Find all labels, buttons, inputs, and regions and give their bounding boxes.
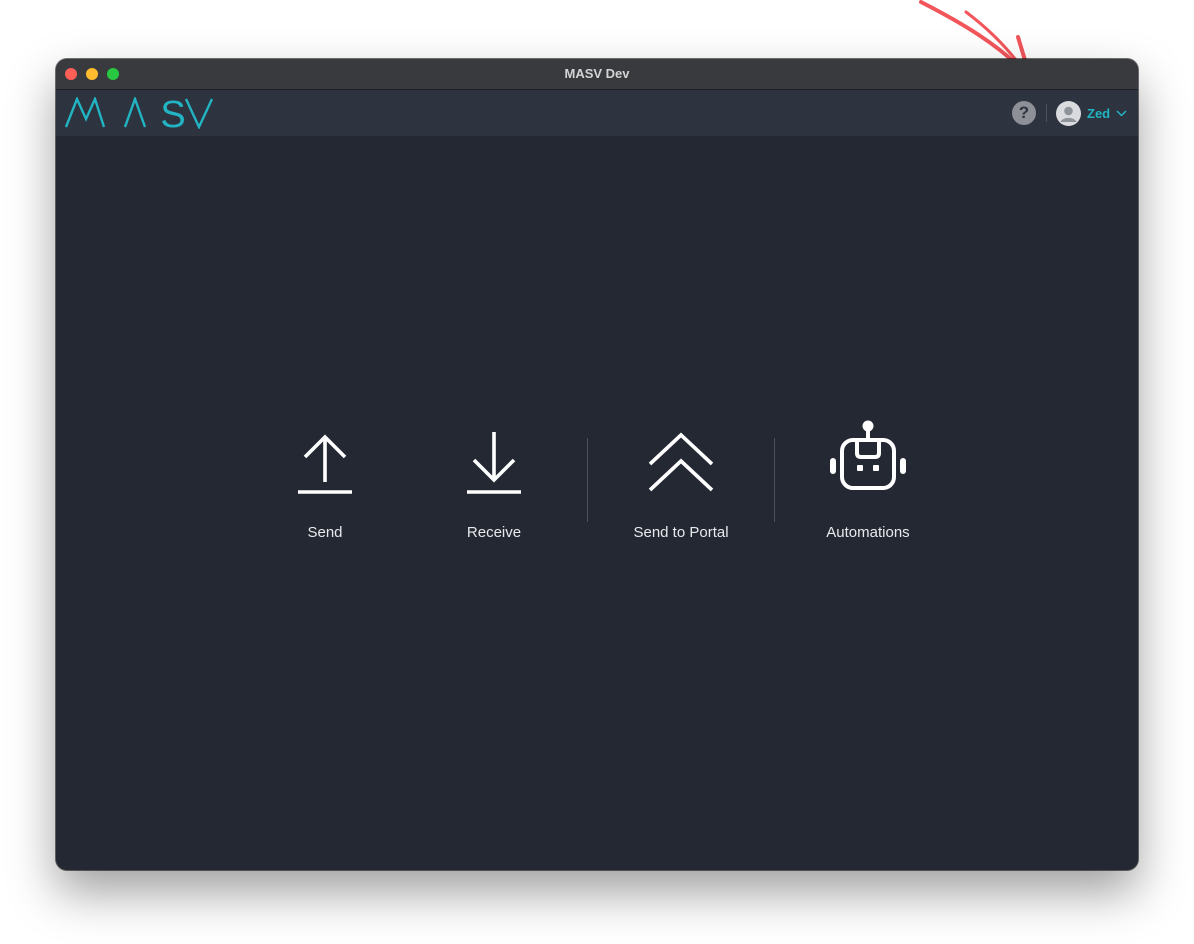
app-header: S MASV ? Zed bbox=[56, 90, 1138, 136]
header-divider bbox=[1046, 104, 1047, 122]
window-title: MASV Dev bbox=[564, 66, 630, 81]
upload-arrow-icon bbox=[298, 434, 352, 494]
help-button[interactable]: ? bbox=[1012, 101, 1036, 125]
download-arrow-icon bbox=[467, 432, 521, 494]
app-window: MASV Dev S MASV ? bbox=[56, 59, 1138, 870]
send-to-portal-button[interactable]: Send to Portal bbox=[611, 430, 751, 550]
send-label: Send bbox=[307, 524, 343, 541]
logo-text: MASV bbox=[56, 90, 57, 91]
receive-label: Receive bbox=[466, 524, 522, 541]
action-divider bbox=[587, 438, 588, 522]
window-titlebar[interactable]: MASV Dev bbox=[56, 59, 1138, 90]
automations-button[interactable]: Automations bbox=[808, 420, 928, 550]
double-chevron-up-icon bbox=[648, 432, 714, 492]
robot-icon bbox=[830, 420, 906, 490]
receive-button[interactable]: Receive bbox=[434, 430, 554, 550]
masv-logo-letter: S bbox=[160, 97, 185, 129]
user-name: Zed bbox=[1087, 105, 1111, 121]
send-button[interactable]: Send bbox=[265, 430, 385, 550]
user-avatar-icon bbox=[1056, 100, 1081, 126]
chevron-down-icon bbox=[1116, 110, 1127, 117]
main-content: Send Receive Send to Portal Automations bbox=[56, 136, 1138, 870]
screenshot-stage: MASV Dev S MASV ? bbox=[0, 0, 1194, 944]
action-divider bbox=[774, 438, 775, 522]
masv-logo-icon: S bbox=[65, 97, 214, 129]
user-menu-button[interactable]: Zed bbox=[1056, 100, 1127, 126]
automations-label: Automations bbox=[826, 524, 910, 541]
send-to-portal-label: Send to Portal bbox=[633, 524, 729, 541]
